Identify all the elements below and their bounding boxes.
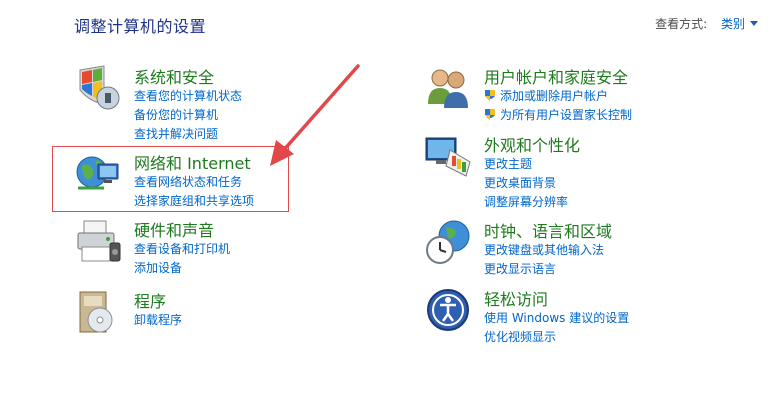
category-link[interactable]: 优化视频显示 [484, 327, 629, 346]
uac-shield-icon [485, 90, 495, 101]
category-link[interactable]: 更改键盘或其他输入法 [484, 240, 604, 259]
programs-box-icon[interactable] [74, 288, 122, 336]
category-link[interactable]: 更改显示语言 [484, 259, 604, 278]
page-title: 调整计算机的设置 [74, 17, 207, 36]
view-by-value[interactable]: 类别 [721, 17, 745, 31]
uac-shield-icon [485, 109, 495, 120]
category-link[interactable]: 更改桌面背景 [484, 173, 568, 192]
view-by-label: 查看方式: [655, 17, 708, 31]
security-shield-icon[interactable] [74, 64, 122, 112]
category-link[interactable]: 为所有用户设置家长控制 [484, 105, 632, 124]
users-icon[interactable] [424, 64, 472, 112]
printer-icon[interactable] [74, 217, 122, 265]
category-link[interactable]: 使用 Windows 建议的设置 [484, 308, 629, 327]
category-link[interactable]: 备份您的计算机 [134, 105, 242, 124]
category-links: 添加或删除用户帐户 为所有用户设置家长控制 [484, 86, 632, 124]
category-links: 更改主题 更改桌面背景 调整屏幕分辨率 [484, 154, 568, 211]
category-link[interactable]: 调整屏幕分辨率 [484, 192, 568, 211]
appearance-monitor-icon[interactable] [424, 132, 472, 180]
category-link[interactable]: 查找并解决问题 [134, 124, 242, 143]
chevron-down-icon[interactable] [750, 21, 758, 26]
link-label[interactable]: 添加或删除用户帐户 [500, 87, 608, 104]
view-by-dropdown[interactable]: 类别 [721, 17, 758, 31]
category-links: 卸载程序 [134, 310, 182, 329]
category-title[interactable]: 时钟、语言和区域 [484, 218, 612, 242]
view-by: 查看方式: 类别 [655, 15, 758, 32]
category-link[interactable]: 更改主题 [484, 154, 568, 173]
category-link[interactable]: 添加设备 [134, 258, 230, 277]
category-title[interactable]: 外观和个性化 [484, 132, 580, 156]
category-link[interactable]: 查看设备和打印机 [134, 239, 230, 258]
category-link[interactable]: 卸载程序 [134, 310, 182, 329]
link-label[interactable]: 为所有用户设置家长控制 [500, 106, 632, 123]
category-title[interactable]: 轻松访问 [484, 286, 548, 310]
ease-of-access-icon[interactable] [424, 286, 472, 334]
annotation-arrow-icon [270, 64, 360, 166]
category-links: 查看您的计算机状态 备份您的计算机 查找并解决问题 [134, 86, 242, 143]
category-title[interactable]: 系统和安全 [134, 64, 214, 88]
annotation-highlight-box [52, 146, 289, 212]
category-title[interactable]: 程序 [134, 288, 166, 312]
category-link[interactable]: 查看您的计算机状态 [134, 86, 242, 105]
category-link[interactable]: 添加或删除用户帐户 [484, 86, 632, 105]
category-links: 更改键盘或其他输入法 更改显示语言 [484, 240, 604, 278]
category-links: 使用 Windows 建议的设置 优化视频显示 [484, 308, 629, 346]
category-title[interactable]: 硬件和声音 [134, 217, 214, 241]
clock-globe-icon[interactable] [424, 218, 472, 266]
category-links: 查看设备和打印机 添加设备 [134, 239, 230, 277]
category-title[interactable]: 用户帐户和家庭安全 [484, 64, 628, 88]
